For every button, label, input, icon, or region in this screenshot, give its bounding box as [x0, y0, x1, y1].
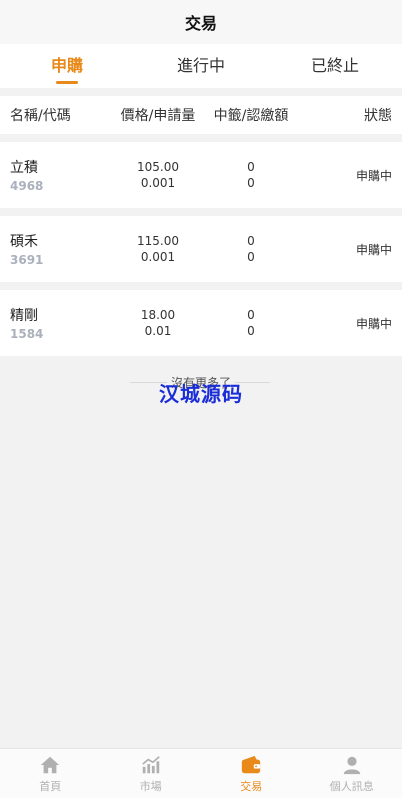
- stock-price: 105.00: [137, 160, 179, 174]
- user-icon: [343, 756, 360, 774]
- status-badge: 申購中: [355, 316, 392, 331]
- list-item[interactable]: 立積 4968 105.00 0.001 0 0 申購中: [0, 142, 402, 208]
- nav-trade[interactable]: 交易: [201, 749, 302, 798]
- nav-profile-label: 個人訊息: [329, 779, 374, 793]
- paid-amount: 0: [247, 250, 255, 264]
- stock-name: 精剛: [10, 308, 38, 324]
- chart-icon: [141, 755, 160, 773]
- page-title: 交易: [184, 14, 217, 33]
- tab-subscribe[interactable]: 申購: [0, 44, 134, 88]
- page-header: 交易: [0, 0, 402, 44]
- nav-home-label: 首頁: [39, 779, 62, 793]
- col-price-qty: 價格/申請量: [120, 108, 196, 124]
- stock-code: 3691: [10, 253, 44, 267]
- tab-bar: 申購 進行中 已終止: [0, 44, 402, 88]
- home-icon: [41, 756, 60, 773]
- apply-qty: 0.001: [140, 176, 176, 190]
- col-status: 狀態: [364, 108, 392, 124]
- col-name-code: 名稱/代碼: [10, 108, 71, 124]
- col-won-paid: 中籤/認繳額: [213, 108, 289, 124]
- list-item[interactable]: 精剛 1584 18.00 0.01 0 0 申購中: [0, 290, 402, 356]
- nav-market-label: 市場: [139, 779, 162, 793]
- stock-name: 立積: [10, 160, 38, 176]
- stock-price: 115.00: [137, 234, 179, 248]
- won-amount: 0: [247, 234, 255, 248]
- won-amount: 0: [247, 160, 255, 174]
- won-amount: 0: [247, 308, 255, 322]
- column-headers: 名稱/代碼 價格/申請量 中籤/認繳額 狀態: [0, 96, 402, 134]
- wallet-icon: [242, 755, 261, 773]
- paid-amount: 0: [247, 324, 255, 338]
- stock-name: 碩禾: [10, 234, 38, 250]
- stock-price: 18.00: [140, 308, 176, 322]
- nav-trade-label: 交易: [240, 779, 263, 793]
- status-badge: 申購中: [355, 242, 392, 257]
- status-badge: 申購中: [355, 168, 392, 183]
- list-item[interactable]: 碩禾 3691 115.00 0.001 0 0 申購中: [0, 216, 402, 282]
- nav-profile[interactable]: 個人訊息: [302, 749, 402, 798]
- nav-market[interactable]: 市場: [101, 749, 202, 798]
- paid-amount: 0: [247, 176, 255, 190]
- tab-terminated[interactable]: 已終止: [268, 44, 402, 88]
- bottom-nav: 首頁 市場 交易 個人訊息: [0, 748, 402, 798]
- stock-code: 4968: [10, 179, 44, 193]
- stock-code: 1584: [10, 327, 44, 341]
- apply-qty: 0.001: [140, 250, 176, 264]
- apply-qty: 0.01: [144, 324, 172, 338]
- nav-home[interactable]: 首頁: [0, 749, 101, 798]
- watermark: 汉城源码: [159, 382, 243, 406]
- tab-in-progress[interactable]: 進行中: [134, 44, 268, 88]
